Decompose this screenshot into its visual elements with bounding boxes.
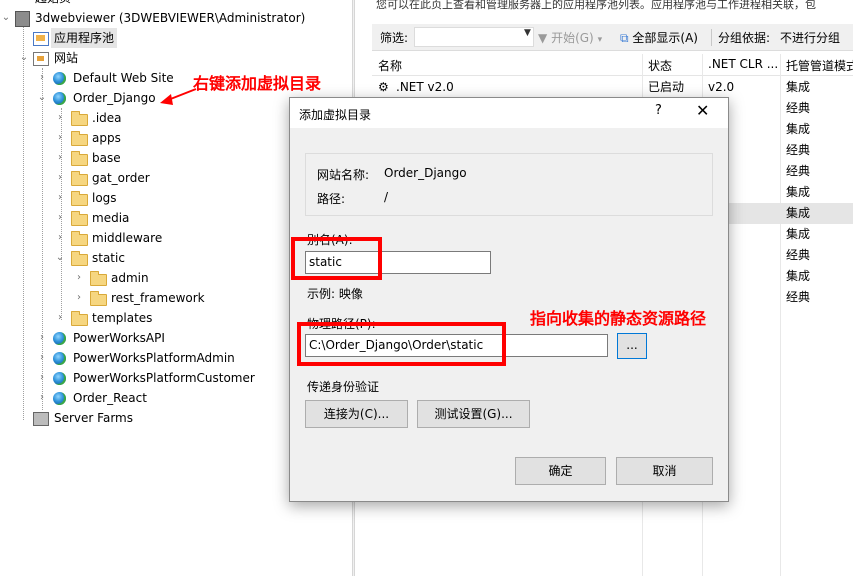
folder-icon [71, 231, 88, 246]
tree-item-app-pools[interactable]: 应用程序池 [0, 28, 350, 48]
chevron-down-icon[interactable]: ⌄ [19, 48, 29, 68]
folder-icon [71, 151, 88, 166]
chevron-right-icon[interactable]: › [55, 308, 65, 328]
tree-folder-item[interactable]: › .idea [0, 108, 290, 128]
chevron-right-icon[interactable]: › [37, 328, 47, 348]
alias-example: 示例: 映像 [307, 287, 363, 301]
path-value: / [384, 190, 389, 204]
globe-icon [53, 72, 66, 85]
globe-icon [53, 352, 66, 365]
virtual-directory-icon [71, 251, 88, 266]
chevron-right-icon[interactable]: › [55, 108, 65, 128]
dialog-titlebar[interactable]: 添加虚拟目录 ? ✕ [290, 98, 728, 128]
globe-icon [53, 392, 66, 405]
funnel-icon: ▼ [538, 31, 548, 45]
start-filter-button[interactable]: ▼ 开始(G) ▾ [538, 29, 602, 46]
group-by-select[interactable]: 不进行分组 [780, 29, 840, 46]
chevron-down-icon: ▾ [597, 35, 603, 45]
annotation-right-click: 右键添加虚拟目录 [193, 74, 322, 93]
tree-folder-item[interactable]: › apps [0, 128, 290, 148]
group-by-label: 分组依据: [711, 29, 770, 46]
globe-icon [53, 92, 66, 105]
folder-icon [90, 291, 107, 306]
add-virtual-directory-dialog: 添加虚拟目录 ? ✕ 网站名称: Order_Django 路径: / 别名(A… [289, 97, 729, 502]
tree-folder-item-static[interactable]: ⌄ static [0, 248, 290, 268]
tree-folder-item[interactable]: › gat_order [0, 168, 290, 188]
app-pool-row-icon: ⚙ [378, 80, 389, 94]
tree-item-server[interactable]: ⌄ 3dwebviewer (3DWEBVIEWER\Administrator… [0, 8, 350, 28]
server-farms-icon [33, 412, 49, 426]
chevron-right-icon[interactable]: › [37, 388, 47, 408]
help-button[interactable]: ? [655, 103, 662, 118]
folder-icon [71, 131, 88, 146]
tree-folder-item[interactable]: › middleware [0, 228, 290, 248]
site-name-value: Order_Django [384, 166, 467, 180]
tree-folder-item[interactable]: › base [0, 148, 290, 168]
chevron-right-icon[interactable]: › [74, 268, 84, 288]
tree-folder-item[interactable]: › logs [0, 188, 290, 208]
filter-label: 筛选: [380, 31, 409, 45]
folder-icon [71, 211, 88, 226]
globe-icon [53, 332, 66, 345]
tree-item-site[interactable]: › PowerWorksAPI [0, 328, 290, 348]
sites-folder-icon [33, 52, 49, 66]
folder-icon [71, 311, 88, 326]
chevron-right-icon[interactable]: › [55, 208, 65, 228]
tree-folder-item[interactable]: › media [0, 208, 290, 228]
table-row[interactable]: ⚙ .NET v2.0 已启动 v2.0 集成 [372, 77, 853, 98]
server-icon [15, 11, 30, 27]
connect-as-button[interactable]: 连接为(C)... [305, 400, 408, 428]
folder-icon [71, 191, 88, 206]
physical-path-highlight-box [297, 322, 506, 366]
tree-folder-item[interactable]: › rest_framework [0, 288, 290, 308]
ok-button[interactable]: 确定 [515, 457, 606, 485]
app-pool-icon [33, 32, 49, 46]
show-all-icon: ⧉ [620, 31, 629, 45]
column-header-name[interactable]: 名称 [378, 57, 402, 74]
tree-item-sites[interactable]: ⌄ 网站 [0, 48, 350, 68]
column-header-clr[interactable]: .NET CLR ... [708, 57, 778, 71]
chevron-right-icon[interactable]: › [55, 148, 65, 168]
column-header-status[interactable]: 状态 [648, 57, 672, 74]
tree-folder-item[interactable]: › admin [0, 268, 290, 288]
chevron-down-icon[interactable]: ⌄ [55, 248, 65, 268]
folder-icon [71, 111, 88, 126]
site-info-box [305, 153, 713, 216]
page-description: 您可以在此页上查看和管理服务器上的应用程序池列表。应用程序池与工作进程相关联，包 [376, 0, 816, 11]
folder-icon [90, 271, 107, 286]
chevron-right-icon[interactable]: › [37, 368, 47, 388]
chevron-down-icon[interactable]: ⌄ [1, 8, 11, 28]
chevron-right-icon[interactable]: › [37, 68, 47, 88]
test-settings-button[interactable]: 测试设置(G)... [417, 400, 530, 428]
chevron-right-icon[interactable]: › [55, 168, 65, 188]
chevron-right-icon[interactable]: › [74, 288, 84, 308]
folder-icon [71, 171, 88, 186]
annotation-arrow [160, 88, 197, 105]
alias-highlight-box [291, 237, 382, 280]
chevron-down-icon[interactable]: ⌄ [37, 88, 47, 108]
chevron-right-icon[interactable]: › [55, 188, 65, 208]
pass-through-label: 传递身份验证 [307, 380, 380, 394]
chevron-right-icon[interactable]: › [55, 128, 65, 148]
chevron-right-icon[interactable]: › [55, 228, 65, 248]
tree-folder-item[interactable]: › templates [0, 308, 290, 328]
annotation-static-path: 指向收集的静态资源路径 [530, 309, 707, 328]
close-icon[interactable]: ✕ [696, 101, 709, 120]
chevron-right-icon[interactable]: › [37, 348, 47, 368]
path-label: 路径: [317, 192, 346, 206]
cancel-button[interactable]: 取消 [616, 457, 713, 485]
tree-item-start-page[interactable]: 起始页 [0, 0, 350, 8]
chevron-down-icon[interactable]: ▼ [524, 28, 531, 38]
site-name-label: 网站名称: [317, 168, 370, 182]
filter-input[interactable] [414, 27, 534, 47]
show-all-button[interactable]: ⧉ 全部显示(A) [620, 29, 698, 46]
browse-button[interactable]: ... [617, 333, 647, 359]
globe-icon [53, 372, 66, 385]
dialog-title: 添加虚拟目录 [299, 108, 372, 122]
column-header-pipeline[interactable]: 托管管道模式 [786, 57, 853, 74]
